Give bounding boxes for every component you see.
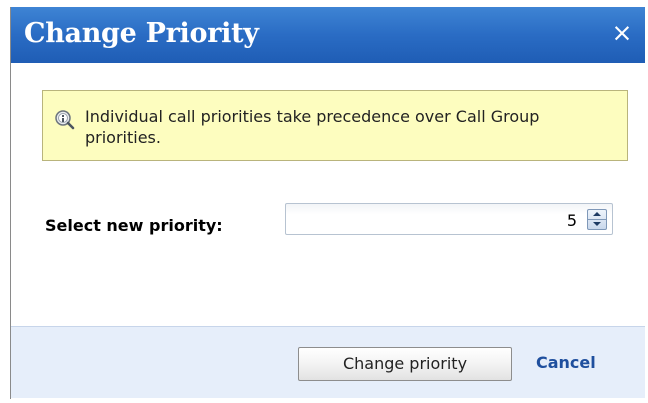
- priority-value[interactable]: 5: [567, 211, 577, 230]
- info-message-text: Individual call priorities take preceden…: [85, 107, 540, 147]
- info-message-box: Individual call priorities take preceden…: [42, 90, 628, 161]
- change-priority-dialog: Change Priority × Individual call priori…: [10, 7, 645, 399]
- cancel-link[interactable]: Cancel: [536, 353, 596, 372]
- close-icon[interactable]: ×: [611, 20, 633, 46]
- dialog-titlebar[interactable]: Change Priority ×: [11, 7, 645, 63]
- change-priority-button[interactable]: Change priority: [298, 347, 512, 381]
- dialog-footer: Change priority Cancel: [11, 326, 645, 398]
- dialog-title: Change Priority: [24, 18, 259, 49]
- spinner-buttons[interactable]: [587, 209, 607, 230]
- info-magnifier-icon: [55, 110, 75, 130]
- priority-label: Select new priority:: [45, 216, 223, 235]
- spin-up-icon[interactable]: [588, 210, 606, 220]
- priority-spinner[interactable]: 5: [285, 203, 613, 235]
- spin-down-icon[interactable]: [588, 220, 606, 229]
